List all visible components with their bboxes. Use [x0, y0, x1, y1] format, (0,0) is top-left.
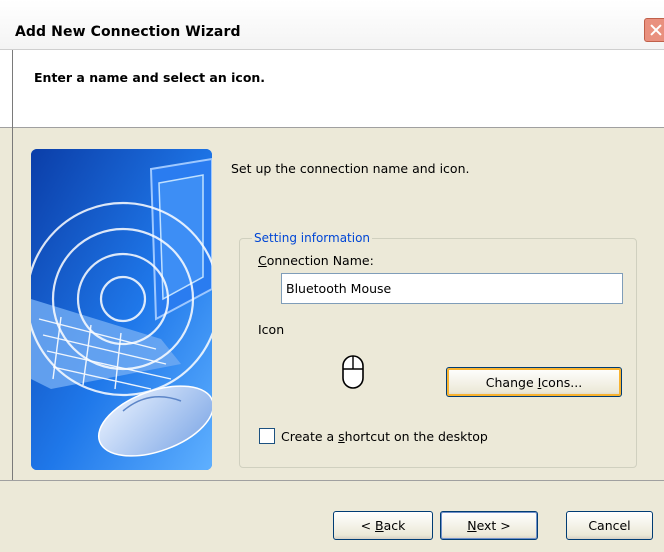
- group-legend: Setting information: [252, 231, 373, 245]
- title-bar: Add New Connection Wizard: [0, 0, 664, 50]
- intro-text: Set up the connection name and icon.: [231, 161, 470, 176]
- shortcut-checkbox[interactable]: [259, 428, 275, 444]
- change-icons-label: Change Icons...: [485, 374, 583, 390]
- connection-name-label: Connection Name:: [258, 253, 374, 268]
- window-border-left: [12, 50, 13, 128]
- window-title: Add New Connection Wizard: [15, 24, 241, 40]
- back-button[interactable]: < Back: [333, 511, 433, 540]
- next-button[interactable]: Next >: [440, 511, 538, 540]
- change-icons-button[interactable]: Change Icons...: [446, 367, 622, 397]
- connection-name-label-rest: onnection Name:: [266, 253, 374, 268]
- shortcut-checkbox-label[interactable]: Create a shortcut on the desktop: [281, 429, 488, 444]
- wizard-footer: [0, 480, 664, 552]
- icon-label: Icon: [258, 322, 285, 337]
- wizard-header: [0, 50, 664, 128]
- back-label: < Back: [360, 518, 406, 533]
- mouse-icon: [340, 354, 366, 390]
- wizard-illustration: [31, 149, 212, 470]
- close-button[interactable]: [644, 18, 664, 42]
- cancel-button[interactable]: Cancel: [566, 511, 653, 540]
- wizard-heading: Enter a name and select an icon.: [34, 70, 266, 85]
- shortcut-checkbox-row[interactable]: Create a shortcut on the desktop: [259, 428, 488, 444]
- connection-name-input[interactable]: [281, 273, 623, 304]
- next-label: Next >: [467, 518, 511, 533]
